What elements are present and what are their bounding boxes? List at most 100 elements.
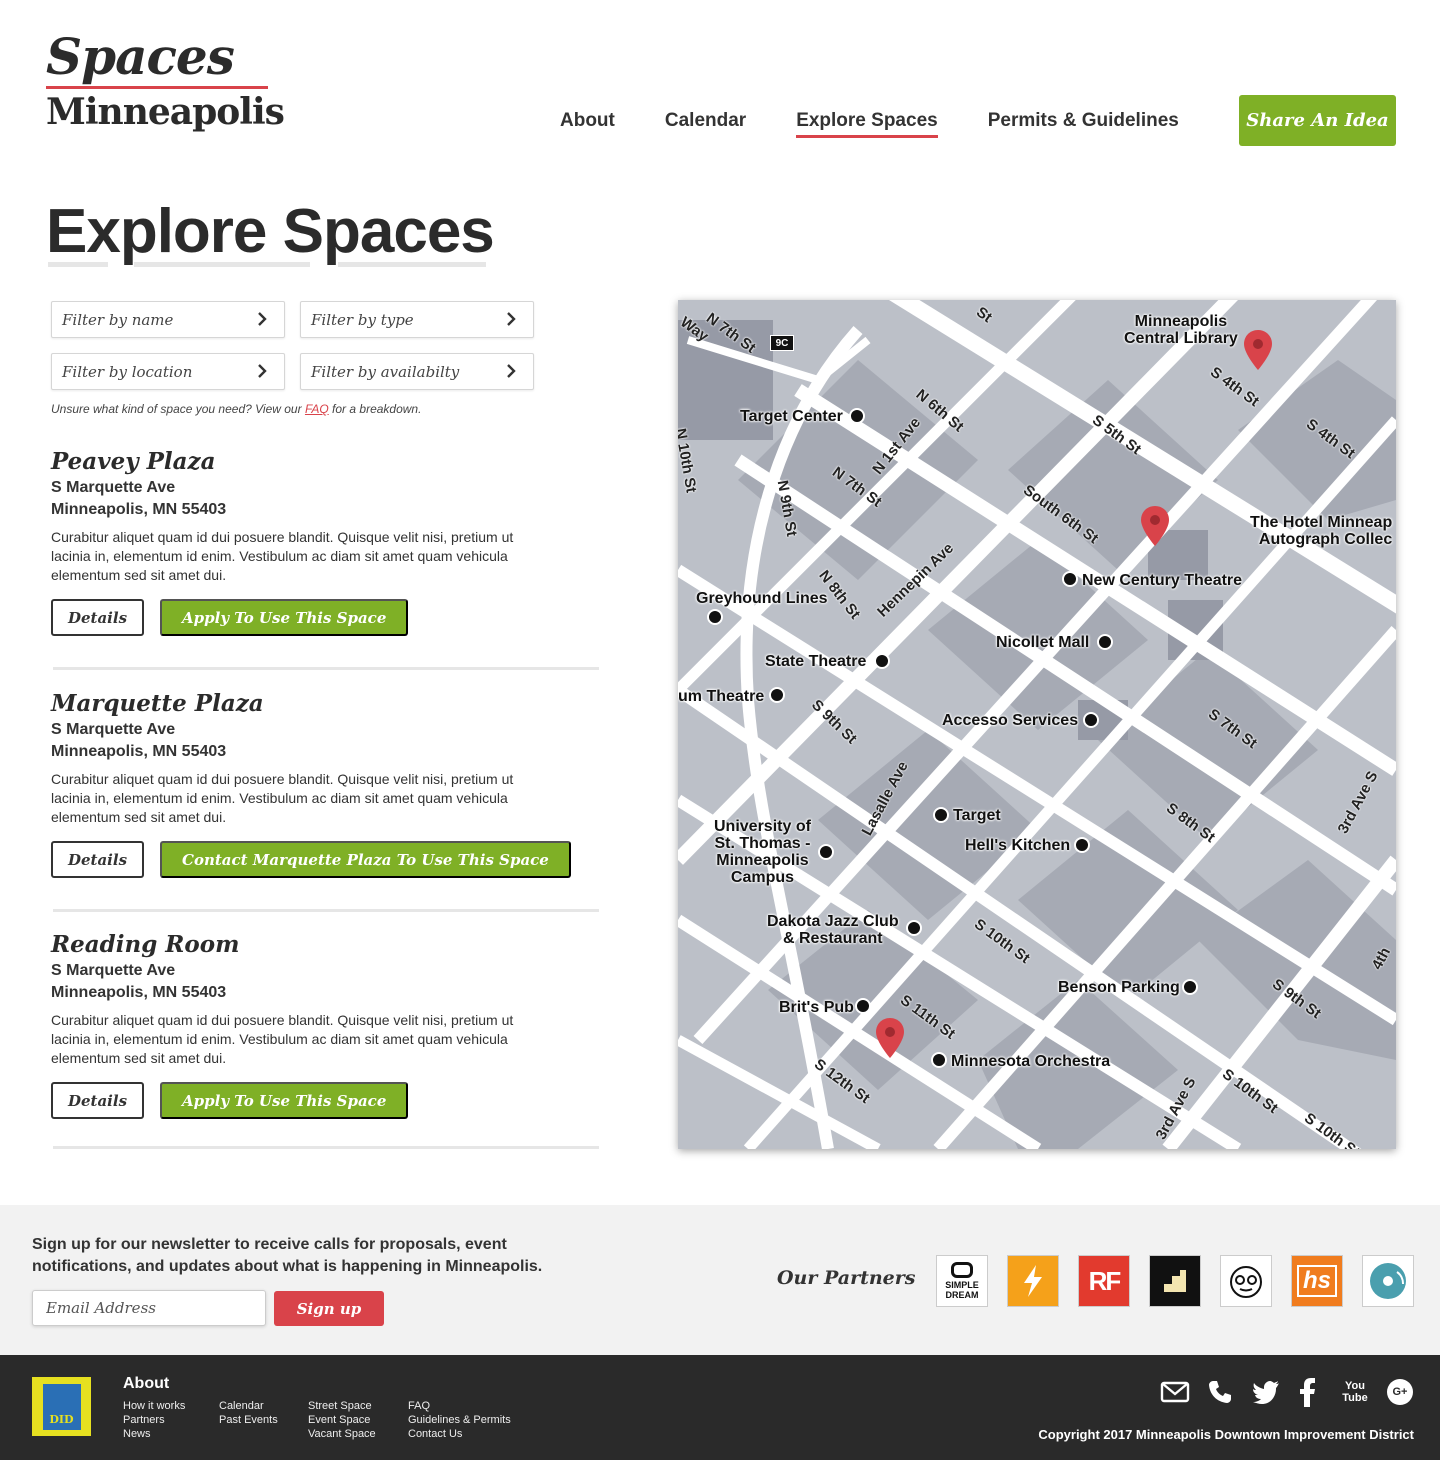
chevron-right-icon xyxy=(507,364,516,378)
footer-col-3: Street Space Event Space Vacant Space xyxy=(308,1399,376,1441)
footer-col-4: FAQ Guidelines & Permits Contact Us xyxy=(408,1399,511,1441)
nav-calendar[interactable]: Calendar xyxy=(665,106,746,136)
listing-title[interactable]: Marquette Plaza xyxy=(51,689,599,719)
nav-permits-guidelines[interactable]: Permits & Guidelines xyxy=(988,106,1179,136)
listing-divider xyxy=(53,909,599,912)
footer-col-2: Calendar Past Events xyxy=(219,1399,278,1427)
footer-link-faq[interactable]: FAQ xyxy=(408,1399,511,1413)
page-title: Explore Spaces xyxy=(46,197,495,266)
copyright-text: Copyright 2017 Minneapolis Downtown Impr… xyxy=(1038,1427,1414,1442)
disc-icon xyxy=(1370,1263,1406,1299)
email-icon[interactable] xyxy=(1160,1377,1190,1407)
place-dakota[interactable]: Dakota Jazz Club & Restaurant xyxy=(767,913,899,947)
sign-up-button[interactable]: Sign up xyxy=(274,1291,384,1326)
lightning-icon xyxy=(1024,1265,1042,1297)
place-brits-pub[interactable]: Brit's Pub xyxy=(779,999,854,1016)
listing-title[interactable]: Peavey Plaza xyxy=(51,447,599,477)
map-pin-icon[interactable] xyxy=(876,1018,904,1058)
map-pin-icon[interactable] xyxy=(1244,330,1272,370)
footer-link-contact[interactable]: Contact Us xyxy=(408,1427,511,1441)
bus-station-icon xyxy=(707,609,723,625)
site-logo[interactable]: Spaces Minneapolis xyxy=(46,27,285,134)
footer-about-heading: About xyxy=(123,1375,170,1392)
footer-link-news[interactable]: News xyxy=(123,1427,185,1441)
contact-button[interactable]: Contact Marquette Plaza To Use This Spac… xyxy=(160,841,571,878)
main-nav: About Calendar Explore Spaces Permits & … xyxy=(560,95,1229,147)
filter-availability-label: Filter by availabilty xyxy=(311,362,460,381)
footer-link-how-it-works[interactable]: How it works xyxy=(123,1399,185,1413)
listing-description: Curabitur aliquet quam id dui posuere bl… xyxy=(51,529,514,583)
nav-explore-spaces[interactable]: Explore Spaces xyxy=(796,106,938,138)
place-nicollet-mall[interactable]: Nicollet Mall xyxy=(996,634,1089,651)
did-logo[interactable]: DID xyxy=(32,1377,91,1436)
place-greyhound[interactable]: Greyhound Lines xyxy=(696,590,828,607)
place-st-thomas[interactable]: University of St. Thomas - Minneapolis C… xyxy=(714,818,811,886)
shopping-icon xyxy=(1097,634,1113,650)
listing-street: S Marquette Ave xyxy=(51,479,176,496)
site-footer: DID About How it works Partners News Cal… xyxy=(0,1355,1440,1460)
phone-icon[interactable] xyxy=(1205,1377,1235,1407)
details-button[interactable]: Details xyxy=(51,599,144,636)
place-orpheum-theatre[interactable]: um Theatre xyxy=(678,688,764,705)
filter-by-location[interactable]: Filter by location xyxy=(51,353,285,390)
footer-col-1: How it works Partners News xyxy=(123,1399,185,1441)
apply-button[interactable]: Apply To Use This Space xyxy=(160,1082,409,1119)
footer-link-past-events[interactable]: Past Events xyxy=(219,1413,278,1427)
facebook-icon[interactable] xyxy=(1292,1377,1322,1407)
logo-spaces: Spaces xyxy=(46,27,235,86)
youtube-icon[interactable]: You Tube xyxy=(1340,1377,1370,1407)
place-target-center[interactable]: Target Center xyxy=(740,408,843,425)
place-central-library[interactable]: Minneapolis Central Library xyxy=(1124,313,1238,347)
title-underline-segment xyxy=(134,262,310,267)
share-an-idea-button[interactable]: Share An Idea xyxy=(1239,95,1396,146)
partner-logo-lightning[interactable] xyxy=(1007,1255,1059,1307)
partner-logo-rf[interactable]: RF xyxy=(1078,1255,1130,1307)
faq-link[interactable]: FAQ xyxy=(305,402,329,416)
email-input[interactable] xyxy=(32,1290,266,1326)
footer-link-partners[interactable]: Partners xyxy=(123,1413,185,1427)
place-new-century-theatre[interactable]: New Century Theatre xyxy=(1082,572,1242,589)
nav-about[interactable]: About xyxy=(560,106,615,136)
partner-hs-text: hs xyxy=(1296,1265,1337,1297)
listing-divider xyxy=(53,1146,599,1149)
place-accesso[interactable]: Accesso Services xyxy=(942,712,1078,729)
footer-link-vacant-space[interactable]: Vacant Space xyxy=(308,1427,376,1441)
partner-logo-simple-dream[interactable]: SIMPLE DREAM xyxy=(936,1255,988,1307)
partner-logo-steps[interactable] xyxy=(1149,1255,1201,1307)
details-button[interactable]: Details xyxy=(51,841,144,878)
footer-link-guidelines[interactable]: Guidelines & Permits xyxy=(408,1413,511,1427)
twitter-icon[interactable] xyxy=(1251,1377,1281,1407)
chevron-right-icon xyxy=(258,312,267,326)
theatre-icon xyxy=(1062,571,1078,587)
place-benson-parking[interactable]: Benson Parking xyxy=(1058,979,1180,996)
partner-logo-face[interactable] xyxy=(1220,1255,1272,1307)
map-pin-icon[interactable] xyxy=(1141,506,1169,546)
place-minnesota-orchestra[interactable]: Minnesota Orchestra xyxy=(951,1053,1110,1070)
google-plus-icon[interactable]: G+ xyxy=(1385,1377,1415,1407)
newsletter-text: Sign up for our newsletter to receive ca… xyxy=(32,1236,543,1275)
filter-type-label: Filter by type xyxy=(311,310,414,329)
faq-note-text: Unsure what kind of space you need? View… xyxy=(51,402,305,416)
footer-link-street-space[interactable]: Street Space xyxy=(308,1399,376,1413)
restaurant-icon xyxy=(1074,837,1090,853)
place-target[interactable]: Target xyxy=(953,807,1001,824)
details-button[interactable]: Details xyxy=(51,1082,144,1119)
faq-note: Unsure what kind of space you need? View… xyxy=(51,402,421,416)
filter-by-name[interactable]: Filter by name xyxy=(51,301,285,338)
filter-by-availability[interactable]: Filter by availabilty xyxy=(300,353,534,390)
place-hells-kitchen[interactable]: Hell's Kitchen xyxy=(965,837,1070,854)
bar-icon xyxy=(906,920,922,936)
listing-title[interactable]: Reading Room xyxy=(51,930,599,960)
filter-by-type[interactable]: Filter by type xyxy=(300,301,534,338)
footer-link-event-space[interactable]: Event Space xyxy=(308,1413,376,1427)
apply-button[interactable]: Apply To Use This Space xyxy=(160,599,409,636)
logo-minneapolis: Minneapolis xyxy=(46,91,285,133)
place-hotel[interactable]: The Hotel Minneap Autograph Collec xyxy=(1250,514,1392,548)
theatre-icon xyxy=(769,687,785,703)
partner-logo-disc[interactable] xyxy=(1362,1255,1414,1307)
footer-link-calendar[interactable]: Calendar xyxy=(219,1399,278,1413)
spaces-map[interactable]: 9C Minneapolis Central Library Target Ce… xyxy=(678,300,1396,1149)
place-state-theatre[interactable]: State Theatre xyxy=(765,653,866,670)
partner-logo-hs[interactable]: hs xyxy=(1291,1255,1343,1307)
did-logo-text: DID xyxy=(49,1412,74,1426)
